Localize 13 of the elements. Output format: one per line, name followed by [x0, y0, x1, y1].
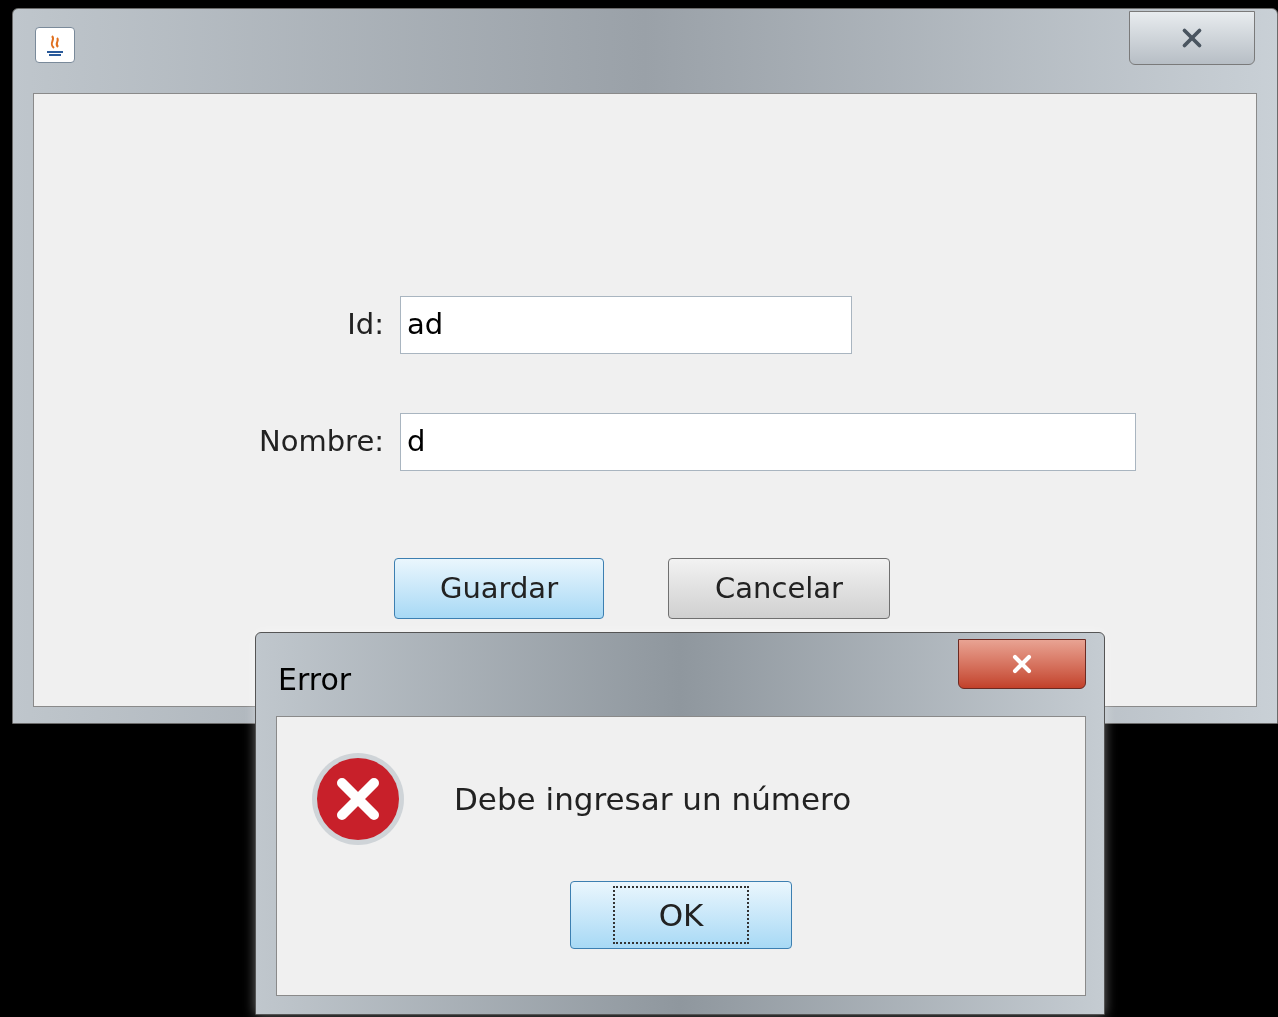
dialog-button[interactable]: Cancelar — [668, 558, 890, 619]
dialog-title: Error — [278, 661, 352, 699]
text-field[interactable]: d — [400, 413, 1136, 471]
text-field[interactable]: ad — [400, 296, 852, 354]
java-app-icon — [35, 27, 75, 63]
dialog-button[interactable]: Guardar — [394, 558, 604, 619]
ok-button[interactable]: OK — [570, 881, 792, 949]
error-icon — [310, 751, 406, 847]
field-label: Nombre: — [258, 423, 384, 461]
field-label: Id: — [346, 306, 384, 344]
error-message: Debe ingresar un número — [454, 779, 852, 819]
close-button[interactable] — [958, 639, 1086, 689]
close-button[interactable] — [1129, 11, 1255, 65]
